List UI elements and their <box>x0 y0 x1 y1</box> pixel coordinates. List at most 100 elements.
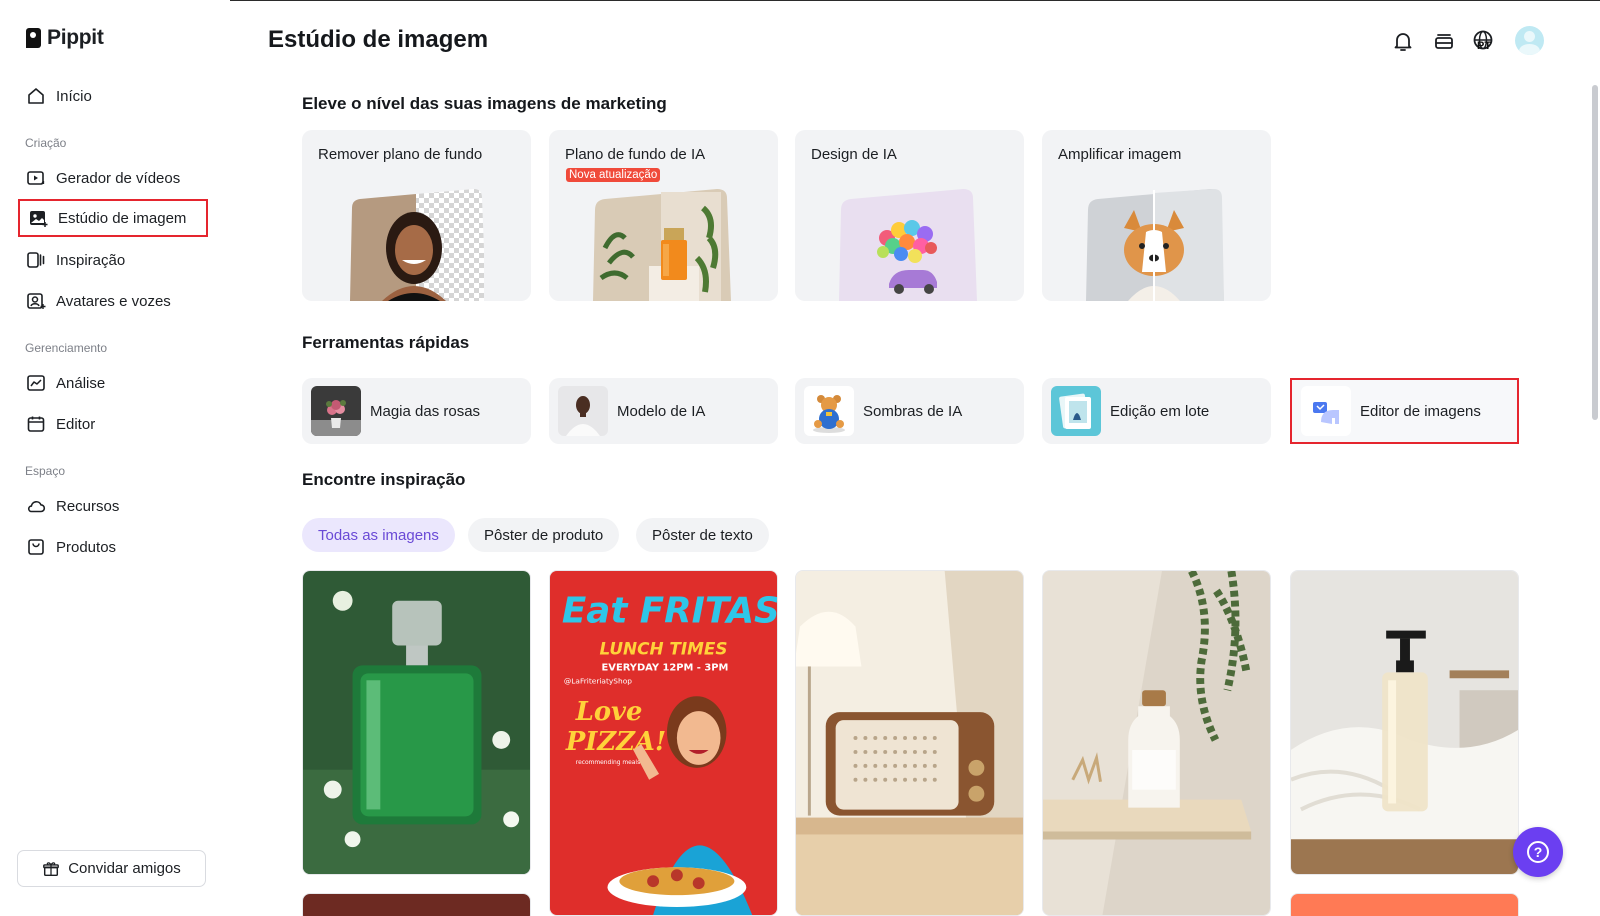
gallery-tile-radio[interactable] <box>795 570 1024 916</box>
sidebar-item-inspiration[interactable]: Inspiração <box>18 241 208 279</box>
tool-label: Modelo de IA <box>617 402 706 420</box>
ai-model-tool[interactable]: Modelo de IA <box>549 378 778 444</box>
soap-dispenser-image <box>1291 571 1518 874</box>
milk-bottle-image <box>1043 571 1270 915</box>
ai-shadows-tool[interactable]: Sombras de IA <box>795 378 1024 444</box>
ai-design-card[interactable]: Design de IA <box>795 130 1024 301</box>
sidebar-item-video-generator[interactable]: Gerador de vídeos <box>18 159 208 197</box>
credits-button[interactable] <box>1431 28 1457 54</box>
sidebar-item-label: Análise <box>56 374 106 392</box>
balloons-car-image <box>839 189 977 301</box>
filter-text-poster[interactable]: Pôster de texto <box>636 518 769 552</box>
section-label-creation: Criação <box>25 136 67 150</box>
tool-label: Edição em lote <box>1110 402 1210 420</box>
green-perfume-image <box>303 571 530 874</box>
shopping-bag-icon <box>28 539 44 555</box>
card-label: Amplificar imagem <box>1058 146 1182 163</box>
filter-product-poster[interactable]: Pôster de produto <box>468 518 620 552</box>
card-label: Plano de fundo de IA <box>565 146 706 163</box>
help-button[interactable]: ? <box>1513 827 1563 877</box>
image-editor-thumbnail <box>1301 386 1351 436</box>
batch-edit-tool[interactable]: Edição em lote <box>1042 378 1271 444</box>
poster-handle: @LaFriteriatyShop <box>564 676 632 685</box>
section-label-management: Gerenciamento <box>25 341 108 355</box>
sidebar-item-label: Início <box>56 87 92 105</box>
question-icon: ? <box>1527 841 1549 863</box>
app-name: Pippit <box>47 26 104 49</box>
inspiration-icon <box>27 252 45 268</box>
sidebar: Pippit Início Criação Gerador de vídeos … <box>0 0 230 916</box>
inspiration-section-title: Encontre inspiração <box>302 470 466 489</box>
filter-all-images[interactable]: Todas as imagens <box>302 518 455 552</box>
retro-radio-image <box>796 571 1023 915</box>
quick-tools-section-title: Ferramentas rápidas <box>302 333 470 352</box>
woman-portrait-image <box>350 189 484 301</box>
notifications-button[interactable] <box>1390 28 1416 54</box>
card-label: Remover plano de fundo <box>318 146 483 163</box>
sidebar-item-products[interactable]: Produtos <box>18 528 208 566</box>
gallery-tile-milk-bottle[interactable] <box>1042 570 1271 916</box>
perfume-bottle-image <box>593 189 731 301</box>
ai-background-card[interactable]: Plano de fundo de IA Nova atualização <box>549 130 778 301</box>
tool-label: Magia das rosas <box>370 402 481 420</box>
tool-label: Editor de imagens <box>1360 402 1481 420</box>
sidebar-item-label: Editor <box>56 415 96 433</box>
calendar-icon <box>27 416 45 432</box>
pippit-logo[interactable]: Pippit <box>26 26 104 50</box>
rose-magic-tool[interactable]: Magia das rosas <box>302 378 531 444</box>
sidebar-item-avatars-voices[interactable]: Avatares e vozes <box>18 282 208 320</box>
window-top-border <box>0 0 1600 1</box>
sidebar-item-label: Estúdio de imagem <box>58 209 187 227</box>
gallery-tile-green-perfume[interactable] <box>302 570 531 875</box>
user-avatar[interactable] <box>1515 26 1544 55</box>
pippit-logo-icon <box>26 28 41 48</box>
gallery-tile-fritas-poster[interactable]: Eat FRITAS! LUNCH TIMES EVERYDAY 12PM - … <box>549 570 778 916</box>
image-editor-tool[interactable]: Editor de imagens <box>1290 378 1519 444</box>
gallery-tile-partial[interactable] <box>1290 893 1519 916</box>
remove-background-card[interactable]: Remover plano de fundo <box>302 130 531 301</box>
sidebar-item-home[interactable]: Início <box>18 77 208 115</box>
rose-vase-thumbnail <box>311 386 361 436</box>
gift-icon <box>43 861 60 876</box>
section-label-space: Espaço <box>25 464 66 478</box>
gallery-tile-partial[interactable] <box>302 893 531 916</box>
sidebar-item-analytics[interactable]: Análise <box>18 364 208 402</box>
scrollbar[interactable] <box>1592 85 1598 420</box>
sidebar-item-label: Avatares e vozes <box>56 292 171 310</box>
page-title: Estúdio de imagem <box>268 26 489 53</box>
batch-edit-thumbnail <box>1051 386 1101 436</box>
sidebar-item-image-studio[interactable]: Estúdio de imagem <box>18 199 208 237</box>
poster-headline: Eat FRITAS! <box>562 591 777 632</box>
sidebar-item-label: Produtos <box>56 538 117 556</box>
poster-sub: LUNCH TIMES <box>600 638 728 658</box>
sidebar-item-resources[interactable]: Recursos <box>18 487 208 525</box>
video-generator-icon <box>27 171 45 185</box>
sidebar-item-label: Gerador de vídeos <box>56 169 181 187</box>
credits-icon <box>1435 34 1453 49</box>
gallery-tile-soap-dispenser[interactable] <box>1290 570 1519 875</box>
poster-hours: EVERYDAY 12PM - 3PM <box>602 662 729 673</box>
cloud-icon <box>28 500 46 513</box>
card-label: Design de IA <box>811 146 897 163</box>
sidebar-item-editor[interactable]: Editor <box>18 405 208 443</box>
fritas-poster-image: Eat FRITAS! LUNCH TIMES EVERYDAY 12PM - … <box>550 571 777 915</box>
corgi-image <box>1086 189 1224 301</box>
language-code: PT <box>1477 40 1492 52</box>
analytics-icon <box>27 375 45 391</box>
marketing-section-title: Eleve o nível das suas imagens de market… <box>302 94 667 113</box>
avatar-voice-icon <box>27 293 46 309</box>
teddy-bear-thumbnail <box>804 386 854 436</box>
poster-tag: recommending meals <box>576 759 640 766</box>
tool-label: Sombras de IA <box>863 402 963 420</box>
sidebar-item-label: Recursos <box>56 497 120 515</box>
new-update-badge: Nova atualização <box>566 168 661 182</box>
poster-script1: Love <box>575 697 643 727</box>
poster-script2: PIZZA! <box>565 727 666 757</box>
ai-model-thumbnail <box>558 386 608 436</box>
sidebar-item-label: Inspiração <box>56 251 126 269</box>
invite-label: Convidar amigos <box>68 860 181 877</box>
bell-icon <box>1394 33 1412 51</box>
image-studio-icon <box>30 211 48 227</box>
invite-friends-button[interactable]: Convidar amigos <box>17 850 206 887</box>
upscale-image-card[interactable]: Amplificar imagem <box>1042 130 1271 301</box>
